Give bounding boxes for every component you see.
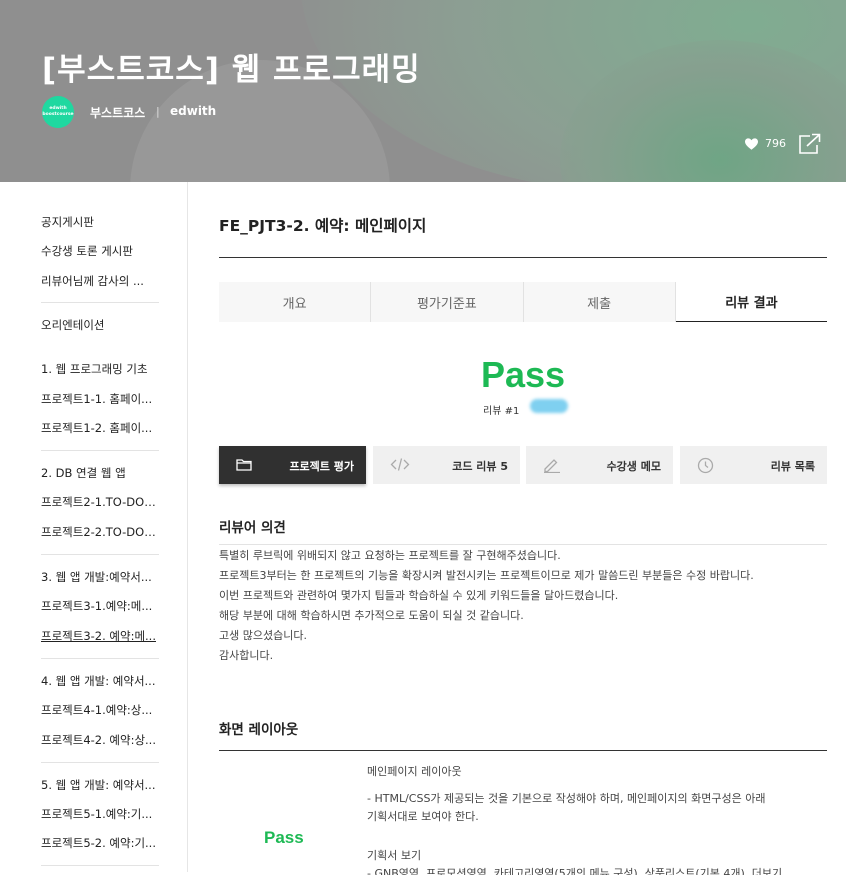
review-number: 리뷰 #1: [483, 406, 520, 417]
sidebar-divider: [41, 762, 159, 763]
heart-icon: [745, 137, 758, 150]
org-name-link[interactable]: 부스트코스: [90, 104, 145, 121]
org-platform-link[interactable]: edwith: [170, 104, 216, 118]
student-memo-button[interactable]: 수강생 메모: [526, 446, 673, 484]
project-evaluation-button[interactable]: 프로젝트 평가: [219, 446, 366, 484]
sidebar-item-thanks[interactable]: 리뷰어님께 감사의 ...: [41, 273, 159, 289]
sidebar-divider: [41, 302, 159, 303]
course-sidebar: 공지게시판 수강생 토론 게시판 리뷰어님께 감사의 ... 오리엔테이션 1.…: [0, 182, 188, 872]
sidebar-section[interactable]: 3. 웹 앱 개발:예약서...: [41, 569, 159, 585]
sidebar-item-project[interactable]: 프로젝트5-1.예약:기...: [41, 806, 159, 822]
project-evaluation-label: 프로젝트 평가: [289, 460, 354, 473]
share-button[interactable]: [797, 132, 823, 160]
section-divider: [219, 750, 827, 751]
tab-review-result[interactable]: 리뷰 결과: [675, 282, 827, 322]
sidebar-divider: [41, 865, 159, 866]
sidebar-divider: [41, 554, 159, 555]
sidebar-item-project[interactable]: 프로젝트4-2. 예약:상...: [41, 732, 159, 748]
review-line: 감사합니다.: [219, 649, 274, 662]
org-logo[interactable]: edwith boostcourse: [42, 96, 74, 128]
plan-link[interactable]: 기획서 보기: [367, 847, 817, 865]
like-count: 796: [765, 137, 786, 150]
criterion-text: - HTML/CSS가 제공되는 것을 기본으로 작성해야 하며, 메인페이지의…: [367, 792, 766, 805]
review-line: 특별히 루브릭에 위배되지 않고 요청하는 프로젝트를 잘 구현해주셨습니다.: [219, 549, 561, 562]
sidebar-section[interactable]: 1. 웹 프로그래밍 기초: [41, 361, 159, 377]
course-title: [부스트코스] 웹 프로그래밍: [42, 52, 421, 88]
layout-section-title: 화면 레이아웃: [219, 722, 299, 738]
layout-criterion-status: Pass: [264, 828, 304, 847]
sidebar-divider: [41, 658, 159, 659]
sidebar-section[interactable]: 2. DB 연결 웹 앱: [41, 465, 159, 481]
project-tabs: 개요 평가기준표 제출 리뷰 결과: [219, 282, 827, 322]
review-list-label: 리뷰 목록: [770, 460, 815, 473]
sidebar-item-project[interactable]: 프로젝트2-1.TO-DO_...: [41, 494, 159, 510]
page-title: FE_PJT3-2. 예약: 메인페이지: [219, 217, 427, 235]
review-line: 프로젝트3부터는 한 프로젝트의 기능을 확장시켜 발전시키는 프로젝트이므로 …: [219, 569, 754, 582]
sidebar-section[interactable]: 4. 웹 앱 개발: 예약서...: [41, 673, 159, 689]
review-line: 고생 많으셨습니다.: [219, 629, 307, 642]
sidebar-item-project[interactable]: 프로젝트1-2. 홈페이...: [41, 420, 159, 436]
logo-text: boostcourse: [42, 112, 74, 117]
course-banner: [부스트코스] 웹 프로그래밍 edwith boostcourse 부스트코스…: [0, 0, 846, 182]
title-divider: [219, 257, 827, 258]
like-button[interactable]: 796: [745, 137, 786, 150]
section-divider: [219, 544, 827, 545]
sidebar-item-project[interactable]: 프로젝트1-1. 홈페이...: [41, 391, 159, 407]
criterion-text: 기획서대로 보여야 한다.: [367, 810, 479, 823]
sidebar-item-notice[interactable]: 공지게시판: [41, 214, 159, 230]
code-review-label: 코드 리뷰 5: [452, 460, 508, 473]
sidebar-divider: [41, 450, 159, 451]
code-review-button[interactable]: 코드 리뷰 5: [373, 446, 520, 484]
criterion-text: - GNB영역, 프로모션영역, 카테고리영역(5개의 메뉴 구성), 상품리스…: [367, 867, 783, 875]
tab-overview[interactable]: 개요: [219, 282, 372, 322]
review-list-button[interactable]: 리뷰 목록: [680, 446, 827, 484]
tab-submit[interactable]: 제출: [524, 282, 676, 322]
clock-icon: [697, 457, 714, 474]
org-separator: |: [156, 105, 160, 118]
tab-rubric[interactable]: 평가기준표: [371, 282, 524, 322]
review-result-status: Pass: [480, 354, 566, 395]
folder-icon: [236, 459, 252, 471]
student-memo-label: 수강생 메모: [606, 460, 661, 473]
redacted-reviewer-name: [530, 399, 568, 413]
review-line: 해당 부분에 대해 학습하시면 추가적으로 도움이 되실 것 같습니다.: [219, 609, 524, 622]
code-icon: [390, 458, 410, 471]
sidebar-item-project[interactable]: 프로젝트3-1.예약:메...: [41, 598, 159, 614]
reviewer-opinion-title: 리뷰어 의견: [219, 520, 286, 536]
share-icon: [799, 133, 821, 154]
review-line: 이번 프로젝트와 관련하여 몇가지 팁들과 학습하실 수 있게 키워드들을 달아…: [219, 589, 619, 602]
review-actions: 프로젝트 평가 코드 리뷰 5 수강생 메모 리뷰 목록: [219, 446, 827, 484]
sidebar-item-project[interactable]: 프로젝트2-2.TO-DO_...: [41, 524, 159, 540]
sidebar-section[interactable]: 5. 웹 앱 개발: 예약서...: [41, 777, 159, 793]
sidebar-item-project[interactable]: 프로젝트5-2. 예약:기...: [41, 835, 159, 851]
sidebar-item-project-active[interactable]: 프로젝트3-2. 예약:메...: [41, 628, 159, 644]
sidebar-item-discussion[interactable]: 수강생 토론 게시판: [41, 243, 159, 259]
sidebar-item-orientation[interactable]: 오리엔테이션: [41, 317, 159, 333]
reviewer-opinion-body: 특별히 루브릭에 위배되지 않고 요청하는 프로젝트를 잘 구현해주셨습니다. …: [219, 546, 827, 666]
layout-criterion-description: 메인페이지 레이아웃 - HTML/CSS가 제공되는 것을 기본으로 작성해야…: [367, 763, 817, 875]
sidebar-item-project[interactable]: 프로젝트4-1.예약:상...: [41, 702, 159, 718]
criterion-heading: 메인페이지 레이아웃: [367, 765, 462, 778]
pencil-icon: [544, 459, 560, 473]
